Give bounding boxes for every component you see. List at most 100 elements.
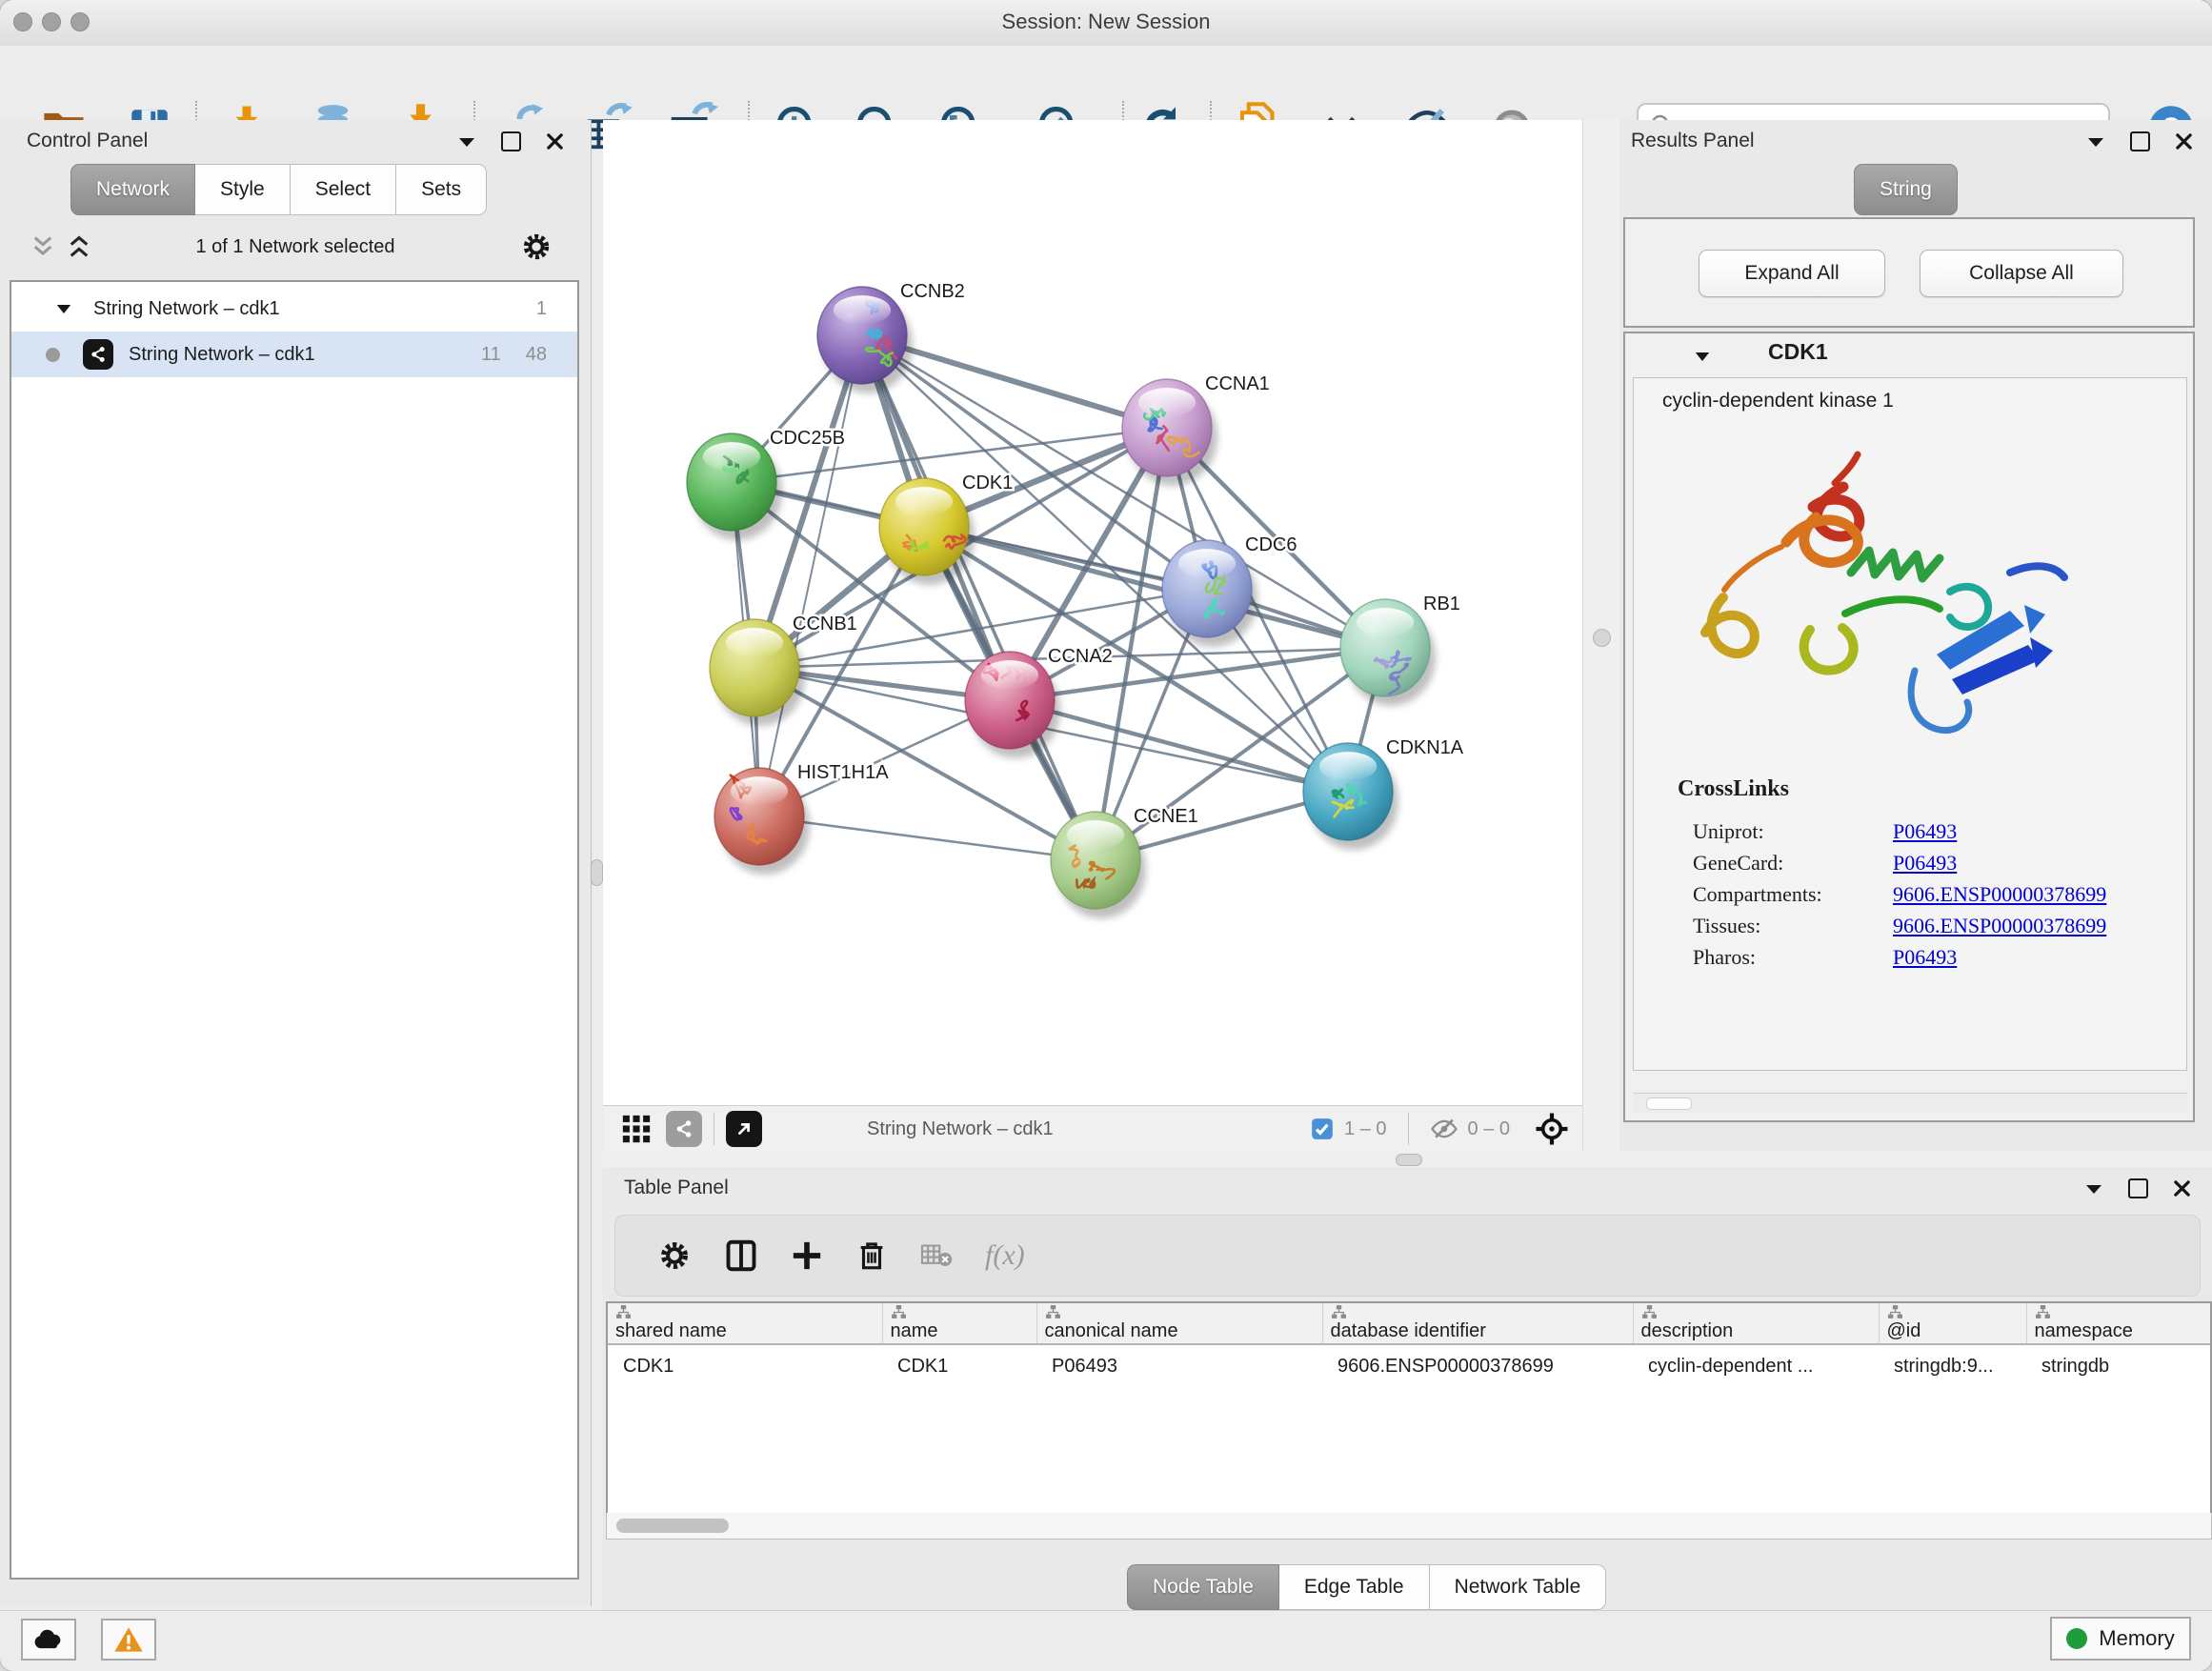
tab-sets[interactable]: Sets (396, 164, 487, 215)
tab-node-table[interactable]: Node Table (1127, 1564, 1279, 1610)
share-view-button[interactable] (666, 1111, 702, 1147)
network-row-selected[interactable]: String Network – cdk1 11 48 (11, 332, 577, 377)
node-CCNA2[interactable] (965, 652, 1060, 758)
crosslink-row: Pharos:P06493 (1693, 945, 2169, 970)
node-label-RB1: RB1 (1423, 594, 1460, 614)
memory-button[interactable]: Memory (2050, 1617, 2191, 1661)
node-CCNB2[interactable] (817, 287, 913, 393)
cloud-status-button[interactable] (21, 1619, 76, 1661)
network-canvas[interactable]: CCNB2CCNA1CDC25BCDK1CDC6RB1CCNB1CCNA2CDK… (603, 120, 1582, 1105)
tree-expand-icon[interactable] (55, 303, 72, 315)
column-header-label: shared name (615, 1320, 727, 1341)
crosslink-row: Uniprot:P06493 (1693, 819, 2169, 844)
panel-close-icon[interactable] (546, 132, 564, 151)
table-options-gear-icon[interactable] (657, 1238, 692, 1273)
selected-counts: 1 – 0 (1344, 1118, 1386, 1140)
column-header-shared-name[interactable]: shared name (608, 1303, 882, 1344)
column-type-icon (2035, 1304, 2051, 1320)
table-hscroll-thumb[interactable] (616, 1519, 729, 1533)
network-view-footer: String Network – cdk1 1 – 0 0 – 0 (603, 1105, 1582, 1152)
node-label-CDC6: CDC6 (1245, 534, 1297, 555)
arrow-up-right-icon (734, 1118, 754, 1139)
panel-float-icon[interactable] (2128, 1178, 2148, 1198)
warnings-button[interactable] (101, 1619, 156, 1661)
cloud-icon (32, 1627, 65, 1652)
edge-HIST1H1A-CCNE1[interactable] (759, 816, 1096, 860)
node-CDKN1A[interactable] (1303, 743, 1398, 850)
node-label-CCNA2: CCNA2 (1048, 646, 1113, 667)
clear-table-icon[interactable] (920, 1241, 953, 1270)
crosslink-value-link[interactable]: P06493 (1893, 851, 1957, 876)
column-type-icon (1045, 1304, 1061, 1320)
hidden-eye-icon[interactable] (1430, 1117, 1458, 1141)
panel-menu-icon[interactable] (457, 135, 476, 149)
table-cell[interactable]: stringdb (2026, 1344, 2212, 1387)
collection-count: 1 (536, 298, 547, 320)
panel-close-icon[interactable] (2173, 1179, 2191, 1198)
edge-CCNB2-HIST1H1A[interactable] (759, 335, 862, 816)
tab-string[interactable]: String (1854, 164, 1958, 215)
column-header-canonical-name[interactable]: canonical name (1036, 1303, 1322, 1344)
node-CDK1[interactable] (879, 478, 975, 585)
results-hscrollbar[interactable] (1633, 1093, 2187, 1113)
node-CCNA1[interactable] (1122, 379, 1217, 486)
delete-column-icon[interactable] (855, 1239, 888, 1272)
expand-all-button[interactable]: Expand All (1699, 250, 1885, 297)
gene-collapse-icon[interactable] (1694, 351, 1711, 363)
crosslink-value-link[interactable]: 9606.ENSP00000378699 (1893, 882, 2106, 907)
string-network-icon (83, 339, 113, 370)
table-cell[interactable]: 9606.ENSP00000378699 (1322, 1344, 1633, 1387)
column-header-name[interactable]: name (882, 1303, 1036, 1344)
horizontal-splitter-handle[interactable] (1396, 1154, 1422, 1166)
column-header-description[interactable]: description (1633, 1303, 1879, 1344)
column-header-database-identifier[interactable]: database identifier (1322, 1303, 1633, 1344)
node-HIST1H1A[interactable] (714, 768, 810, 875)
column-header--id[interactable]: @id (1879, 1303, 2026, 1344)
show-columns-icon[interactable] (724, 1238, 758, 1273)
export-view-button[interactable] (726, 1111, 762, 1147)
fit-selected-crosshair-icon[interactable] (1535, 1112, 1569, 1146)
selected-checkbox-icon[interactable] (1310, 1117, 1335, 1141)
function-builder-button[interactable]: f(x) (985, 1239, 1025, 1272)
table-row[interactable]: CDK1CDK1P064939606.ENSP00000378699cyclin… (608, 1344, 2212, 1387)
network-collection-row[interactable]: String Network – cdk1 1 (11, 286, 577, 332)
crosslink-value-link[interactable]: 9606.ENSP00000378699 (1893, 914, 2106, 938)
node-CCNE1[interactable] (1051, 812, 1146, 918)
collapse-all-button[interactable]: Collapse All (1920, 250, 2123, 297)
crosslink-row: Tissues:9606.ENSP00000378699 (1693, 914, 2169, 938)
node-CDC25B[interactable] (687, 433, 782, 540)
panel-menu-icon[interactable] (2086, 135, 2105, 149)
window-titlebar: Session: New Session (0, 0, 2212, 47)
tab-network-table[interactable]: Network Table (1430, 1564, 1607, 1610)
left-splitter-handle[interactable] (591, 859, 603, 886)
tab-network[interactable]: Network (70, 164, 195, 215)
table-cell[interactable]: CDK1 (882, 1344, 1036, 1387)
tab-select[interactable]: Select (291, 164, 396, 215)
crosslink-value-link[interactable]: P06493 (1893, 945, 1957, 970)
tab-style[interactable]: Style (195, 164, 291, 215)
results-actions-box: Expand All Collapse All (1623, 217, 2195, 328)
table-hscrollbar[interactable] (606, 1513, 2212, 1540)
panel-close-icon[interactable] (2175, 132, 2193, 151)
table-cell[interactable]: stringdb:9... (1879, 1344, 2026, 1387)
edge-CCNB2-CCNE1[interactable] (862, 335, 1096, 860)
application-window: Session: New Session (0, 0, 2212, 1671)
panel-float-icon[interactable] (501, 131, 521, 151)
network-options-gear-icon[interactable] (520, 231, 553, 263)
panel-float-icon[interactable] (2130, 131, 2150, 151)
column-type-icon (891, 1304, 907, 1320)
crosslink-value-link[interactable]: P06493 (1893, 819, 1957, 844)
right-splitter-handle[interactable] (1593, 629, 1611, 647)
panel-menu-icon[interactable] (2084, 1182, 2103, 1196)
table-cell[interactable]: CDK1 (608, 1344, 882, 1387)
control-panel: Control Panel Network Style Select Sets … (0, 120, 592, 1606)
column-type-icon (1331, 1304, 1347, 1320)
birdseye-toggle-button[interactable] (620, 1113, 653, 1145)
table-cell[interactable]: P06493 (1036, 1344, 1322, 1387)
add-column-icon[interactable] (791, 1239, 823, 1272)
tab-edge-table[interactable]: Edge Table (1279, 1564, 1430, 1610)
network-row-label: String Network – cdk1 (129, 344, 315, 366)
node-RB1[interactable] (1340, 599, 1436, 706)
column-header-namespace[interactable]: namespace (2026, 1303, 2212, 1344)
table-cell[interactable]: cyclin-dependent ... (1633, 1344, 1879, 1387)
